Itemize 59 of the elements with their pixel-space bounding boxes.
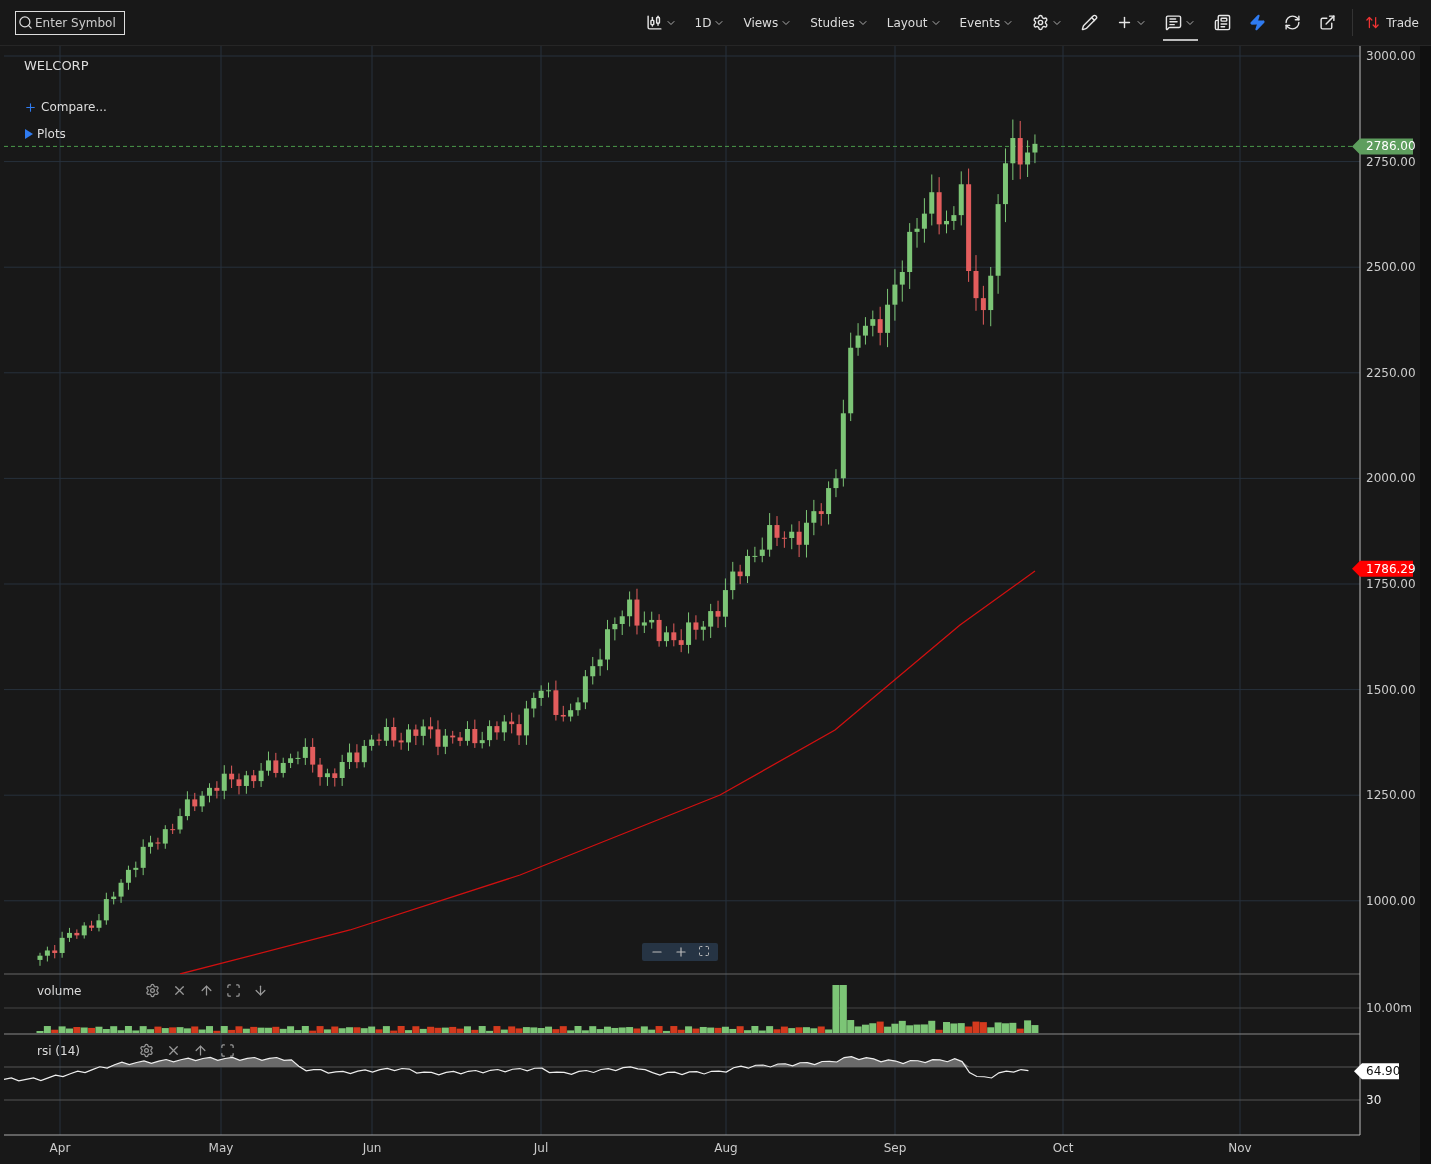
time-axis-label: May — [208, 1141, 234, 1155]
settings-button[interactable] — [145, 983, 161, 998]
compare-link[interactable]: Compare... — [24, 100, 107, 114]
menu-button[interactable]: Layout — [884, 7, 944, 40]
time-axis-label: Nov — [1228, 1141, 1252, 1155]
move-up-button[interactable] — [199, 983, 215, 998]
maximize-button[interactable] — [219, 1043, 235, 1058]
price-axis-label: 1000.00 — [1366, 893, 1416, 908]
time-axis-label: Sep — [883, 1141, 907, 1155]
refresh-icon — [1284, 14, 1302, 31]
move-up-button[interactable] — [192, 1043, 208, 1058]
maximize-icon — [226, 983, 242, 998]
rsi-panel-title: rsi (14) — [37, 1043, 80, 1058]
settings-icon — [145, 983, 161, 998]
menu-button[interactable]: 1D — [692, 7, 728, 40]
fullscreen-button[interactable] — [698, 945, 710, 959]
candles-icon — [645, 14, 663, 31]
arrow-down-icon — [253, 983, 269, 998]
triangle-icon — [24, 129, 33, 139]
maximize-icon — [219, 1043, 235, 1058]
rsi-axis-label: 30 — [1366, 1093, 1382, 1107]
zoom-in-button[interactable] — [674, 945, 688, 959]
search-icon — [18, 15, 33, 30]
arrows-icon — [1365, 15, 1381, 30]
price-axis-label: 2750.00 — [1366, 154, 1416, 169]
time-axis-label: Apr — [49, 1141, 71, 1155]
settings-icon — [1032, 14, 1050, 31]
comment-icon — [1165, 14, 1183, 31]
time-axis-label: Jun — [362, 1141, 382, 1155]
popout-icon — [1319, 14, 1337, 31]
settings-button[interactable] — [138, 1043, 154, 1058]
volume-panel-title: volume — [37, 983, 82, 998]
symbol-title: WELCORP — [24, 58, 89, 73]
price-axis-label: 2250.00 — [1366, 365, 1416, 380]
time-axis-label: Jul — [533, 1141, 549, 1155]
move-down-button[interactable] — [253, 983, 269, 998]
menu-button[interactable]: Studies — [808, 7, 871, 40]
table-icon — [1214, 14, 1232, 31]
maximize-button[interactable] — [226, 983, 242, 998]
price-axis-label: 1750.00 — [1366, 577, 1416, 591]
plus-icon — [24, 100, 37, 114]
volume-axis-label: 10.00m — [1366, 1001, 1413, 1015]
price-axis-label: 3000.00 — [1366, 49, 1416, 63]
settings-icon — [138, 1043, 154, 1058]
price-axis-label: 1250.00 — [1366, 788, 1416, 803]
price-axis-label: 1500.00 — [1366, 682, 1416, 697]
fullscreen-icon — [698, 945, 710, 957]
time-axis-label: Oct — [1052, 1141, 1074, 1155]
menu-button[interactable]: Events — [957, 7, 1017, 40]
plots-toggle[interactable]: Plots — [24, 127, 66, 141]
time-axis-label: Aug — [714, 1141, 738, 1155]
plus-icon — [674, 945, 688, 959]
trade-button[interactable]: Trade — [1352, 9, 1419, 36]
symbol-search-field[interactable]: Enter Symbol — [15, 10, 125, 35]
price-axis-label: 2000.00 — [1366, 471, 1416, 486]
pencil-icon — [1081, 14, 1099, 31]
menu-button[interactable]: Views — [741, 7, 795, 40]
lightning-icon — [1249, 14, 1267, 31]
price-axis-label: 2500.00 — [1366, 260, 1416, 275]
